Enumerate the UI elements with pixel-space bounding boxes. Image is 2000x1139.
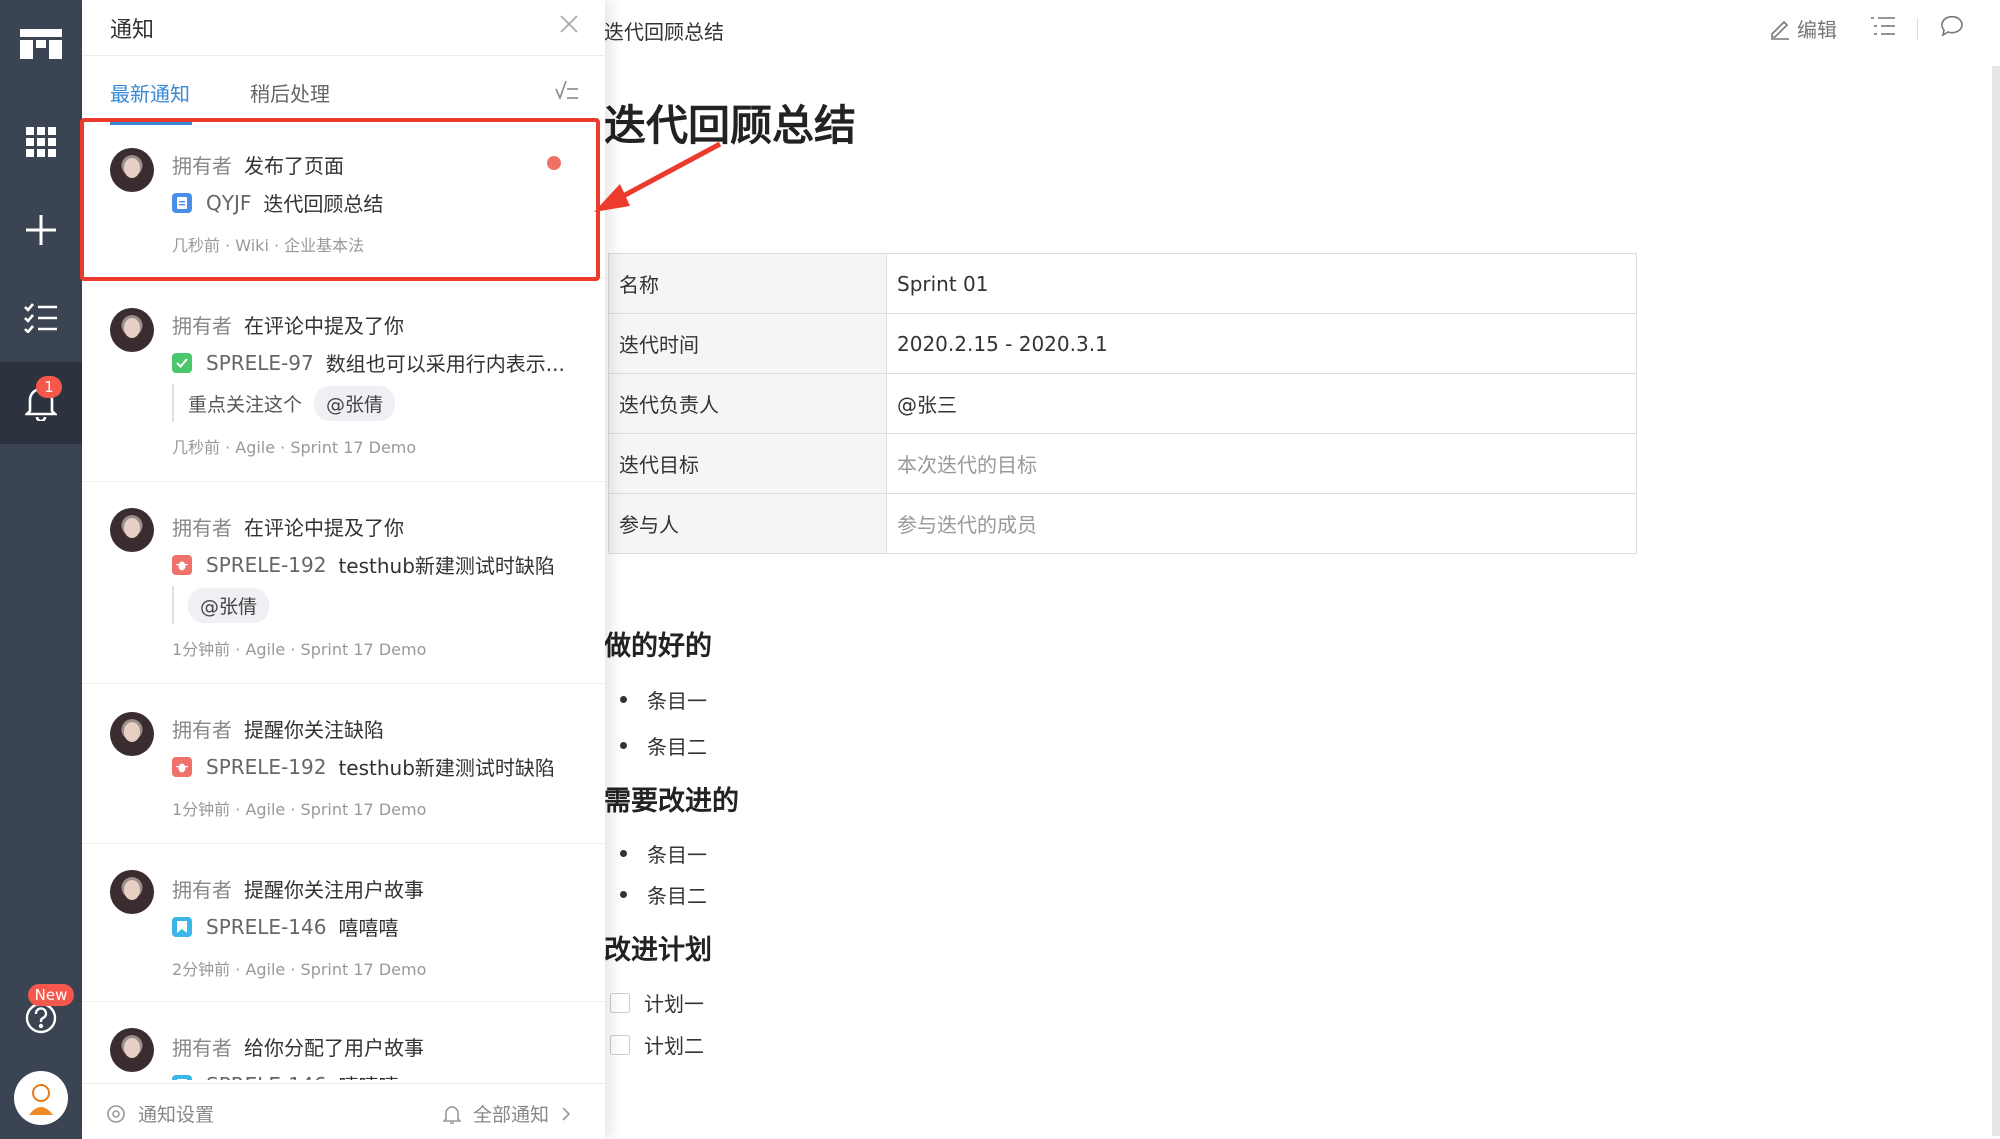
story-bookmark-icon [172,916,192,937]
panel-title: 通知 [110,18,155,43]
notification-item[interactable]: 拥有者 在评论中提及了你 SPRELE-97 数组也可以采用行内表示... 重点关注… [82,278,605,482]
avatar [110,1028,154,1072]
notification-panel: 通知 最新通知 稍后处理 拥有者 发布了页面 QYJF 迭代回顾总结 几秒前 · W… [82,0,605,1139]
table-row: 名称 Sprint 01 [608,253,1637,314]
bell-icon [442,1105,461,1124]
doc-scrollbar[interactable] [1992,66,2000,1136]
list-item: 条目二 [620,880,707,909]
panel-tabs: 最新通知 稍后处理 [82,56,605,126]
avatar [110,508,154,552]
list-item: 条目一 [620,685,707,714]
red-arrow-icon [594,141,722,212]
bug-icon [172,554,192,575]
chevron-right-icon [562,1106,571,1121]
logo-icon[interactable] [0,4,82,84]
checkbox[interactable] [610,1034,630,1055]
list-item: 条目二 [620,731,707,760]
task-check-icon [172,352,192,373]
notification-badge: 1 [36,376,62,398]
close-icon[interactable] [559,14,579,38]
tab-later[interactable]: 稍后处理 [250,78,330,107]
left-rail: 1 New [0,0,82,1139]
table-row: 迭代时间 2020.2.15 - 2020.3.1 [608,313,1637,374]
table-row: 迭代负责人 @张三 [608,373,1637,434]
notification-settings-button[interactable]: 通知设置 [106,1100,214,1127]
toolbar-divider [1917,17,1918,40]
mention-tag[interactable]: @张倩 [314,385,396,421]
unread-dot [547,156,561,170]
checkbox[interactable] [610,992,630,1013]
section-heading: 需要改进的 [604,786,739,817]
bug-icon [172,756,192,777]
story-bookmark-icon [172,1074,192,1080]
avatar [110,308,154,352]
avatar [110,712,154,756]
tab-latest[interactable]: 最新通知 [110,78,190,107]
new-badge: New [28,984,74,1006]
notification-item[interactable]: 拥有者 发布了页面 QYJF 迭代回顾总结 几秒前 · Wiki · 企业基本法 [82,118,605,278]
settings-icon [107,1104,125,1123]
doc-icon [172,192,192,213]
notification-bell-icon[interactable]: 1 [0,362,82,444]
comment-icon[interactable] [1940,15,1964,42]
document-body: 迭代回顾总结 名称 Sprint 01 迭代时间 2020.2.15 - 2020.… [604,0,1904,1139]
notification-item[interactable]: 拥有者 提醒你关注用户故事 SPRELE-146 嘻嘻嘻 2分钟前 · Agile … [82,844,605,1002]
apps-grid-icon[interactable] [0,102,82,182]
list-item: 条目一 [620,839,707,868]
notification-item[interactable]: 拥有者 在评论中提及了你 SPRELE-192 testhub新建测试时缺陷 @张倩… [82,482,605,684]
help-icon[interactable]: New [0,978,82,1058]
mention-tag[interactable]: @张倩 [188,587,270,623]
mark-read-icon[interactable] [555,80,579,104]
user-avatar[interactable] [0,1058,82,1138]
notification-item[interactable]: 拥有者 提醒你关注缺陷 SPRELE-192 testhub新建测试时缺陷 1分钟前… [82,684,605,844]
task-list-icon[interactable] [0,278,82,358]
panel-footer: 通知设置 全部通知 [82,1083,605,1139]
sprint-info-table: 名称 Sprint 01 迭代时间 2020.2.15 - 2020.3.1 迭代负… [608,253,1637,554]
table-row: 参与人 参与迭代的成员 [608,493,1637,554]
checklist-item[interactable]: 计划一 [610,988,704,1017]
checklist-item[interactable]: 计划二 [610,1030,704,1059]
add-icon[interactable] [0,190,82,270]
notification-item[interactable]: 拥有者给你分配了用户故事 SPRELE-146嘻嘻嘻 [82,1002,605,1080]
avatar [110,870,154,914]
section-heading: 做的好的 [604,631,712,662]
avatar [110,148,154,192]
notification-list: 拥有者 发布了页面 QYJF 迭代回顾总结 几秒前 · Wiki · 企业基本法 拥… [82,118,605,1080]
panel-header: 通知 [82,0,605,56]
section-heading: 改进计划 [604,935,712,966]
all-notifications-button[interactable]: 全部通知 [442,1100,571,1127]
table-row: 迭代目标 本次迭代的目标 [608,433,1637,494]
